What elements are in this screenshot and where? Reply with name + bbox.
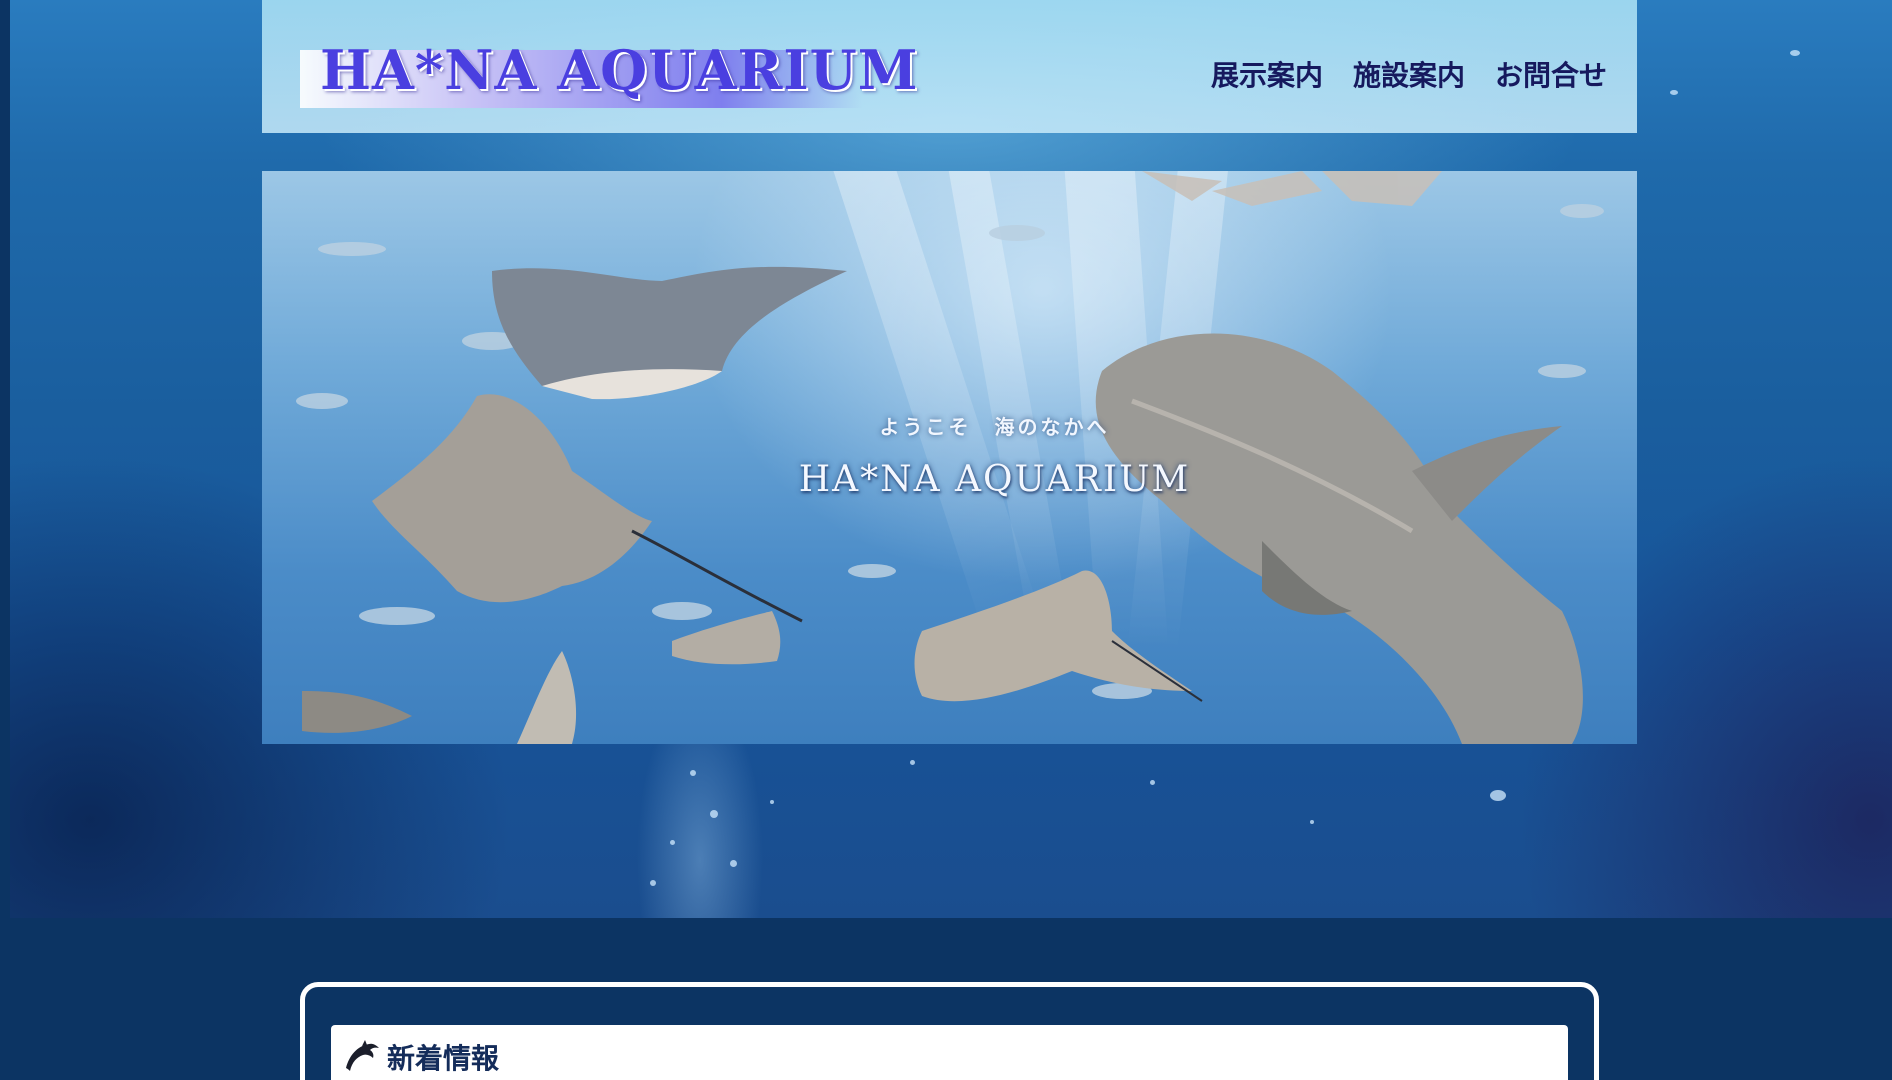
news-heading: 新着情報 [387,1042,500,1075]
hero-banner: ようこそ 海のなかへ HA*NA AQUARIUM [262,171,1637,744]
news-panel: 新着情報 [331,1025,1568,1080]
hero-image [296,171,1604,744]
nav-item-facilities[interactable]: 施設案内 [1353,54,1465,94]
hero-subtitle: ようこそ 海のなかへ [879,415,1110,439]
nav-item-contact[interactable]: お問合せ [1495,54,1607,94]
site-header: HA*NA AQUARIUM 展示案内 施設案内 お問合せ [262,0,1637,133]
nav-item-exhibits[interactable]: 展示案内 [1211,54,1323,94]
hero-title: HA*NA AQUARIUM [798,459,1191,500]
dolphin-icon [343,1038,381,1076]
news-section: 新着情報 [300,982,1599,1080]
site-logo[interactable]: HA*NA AQUARIUM [320,38,918,102]
news-heading-row: 新着情報 [343,1037,499,1077]
main-nav: 展示案内 施設案内 お問合せ [1211,54,1607,94]
